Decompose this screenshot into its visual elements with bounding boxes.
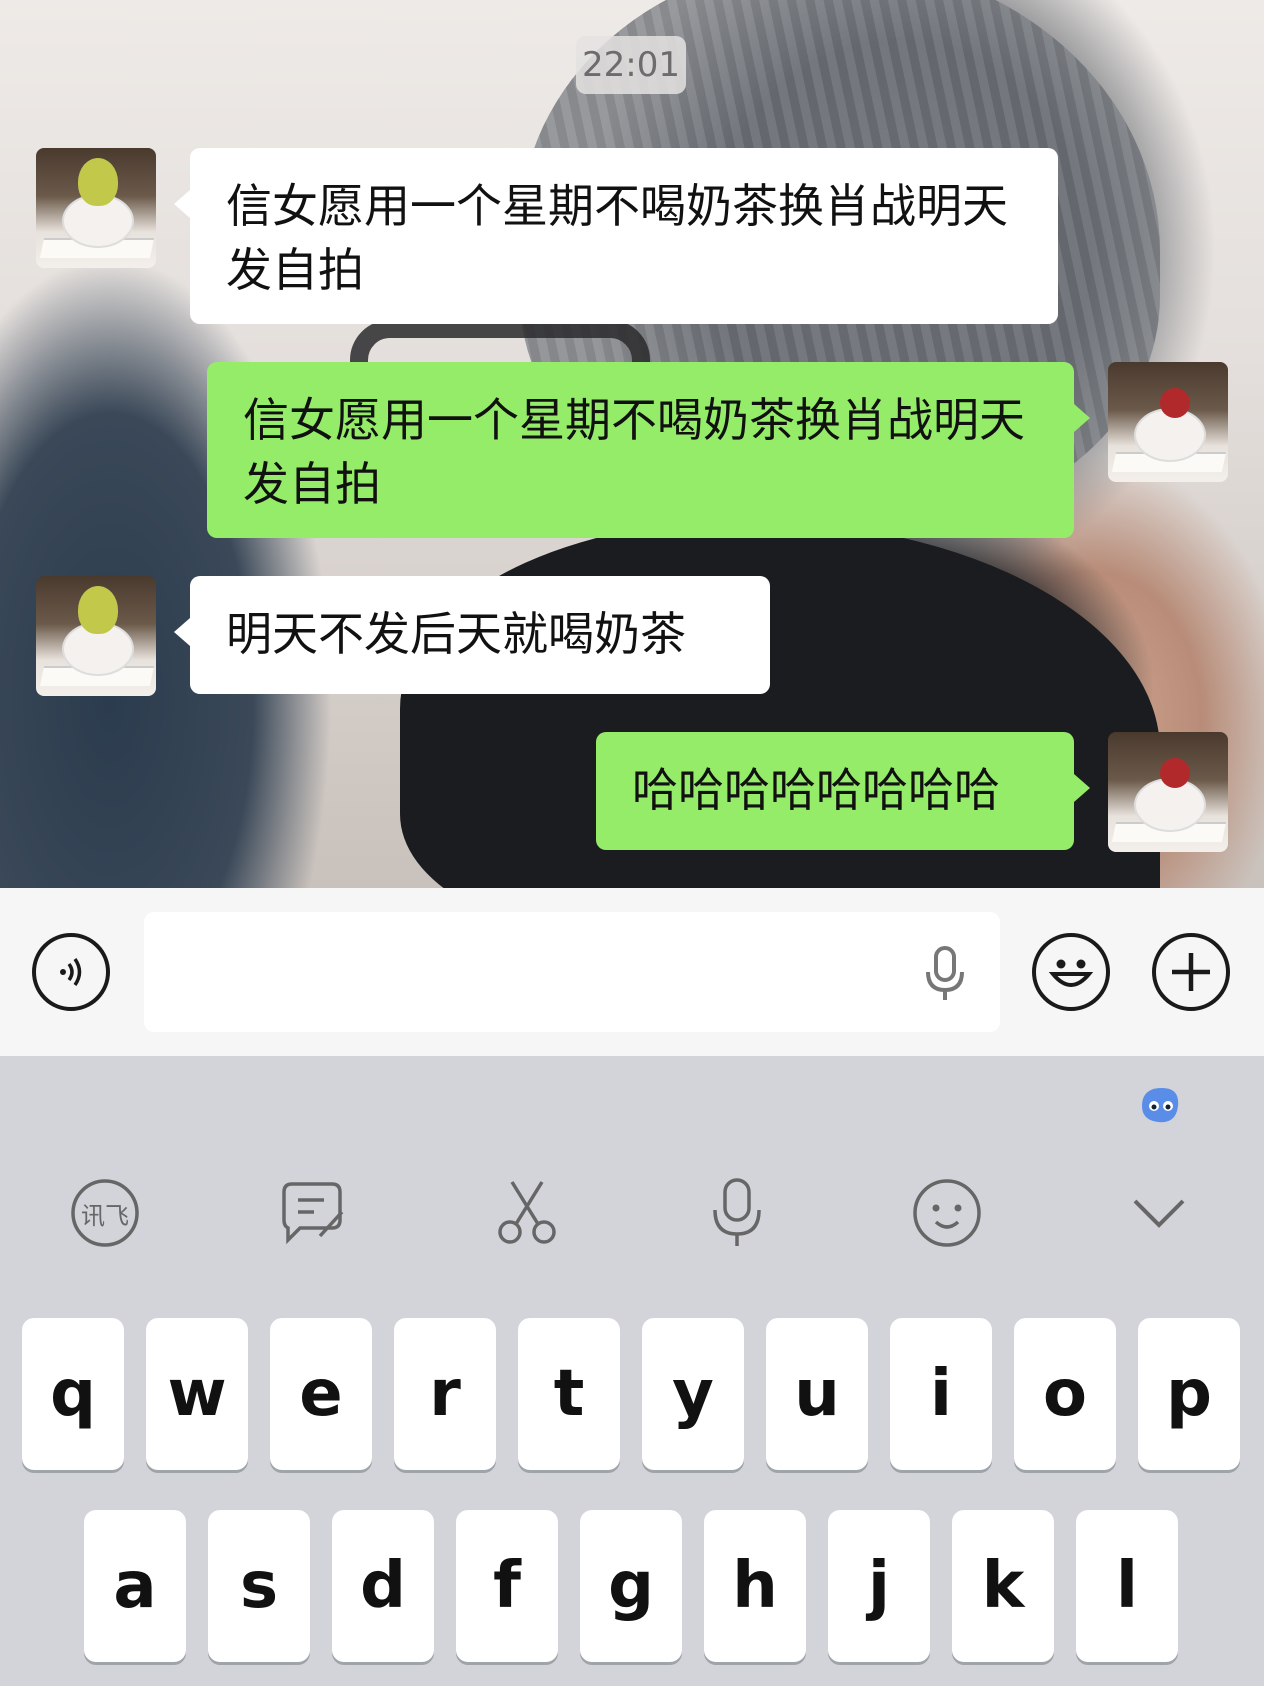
key-d[interactable]: d <box>332 1510 434 1662</box>
key-t[interactable]: t <box>518 1318 620 1470</box>
emoji-icon[interactable] <box>1032 933 1110 1011</box>
ifly-icon[interactable]: 讯飞 <box>70 1178 140 1248</box>
chevron-down-icon[interactable] <box>1124 1178 1194 1248</box>
scissors-icon[interactable] <box>492 1178 562 1248</box>
ai-assistant-icon[interactable] <box>1136 1080 1184 1128</box>
contact-avatar[interactable] <box>36 576 156 696</box>
key-e[interactable]: e <box>270 1318 372 1470</box>
key-p[interactable]: p <box>1138 1318 1240 1470</box>
keyboard: 讯飞 q w e r t y u i o p a s d f g h j k l <box>0 1056 1264 1686</box>
key-y[interactable]: y <box>642 1318 744 1470</box>
key-k[interactable]: k <box>952 1510 1054 1662</box>
key-q[interactable]: q <box>22 1318 124 1470</box>
message-text-field[interactable] <box>144 912 1000 1032</box>
chat-area[interactable]: 22:01 信女愿用一个星期不喝奶茶换肖战明天发自拍 信女愿用一个星期不喝奶茶换… <box>0 0 1264 888</box>
mic-icon[interactable] <box>920 946 970 1002</box>
key-w[interactable]: w <box>146 1318 248 1470</box>
key-h[interactable]: h <box>704 1510 806 1662</box>
handwriting-icon[interactable] <box>276 1178 346 1248</box>
key-r[interactable]: r <box>394 1318 496 1470</box>
plus-icon[interactable] <box>1152 933 1230 1011</box>
key-l[interactable]: l <box>1076 1510 1178 1662</box>
key-i[interactable]: i <box>890 1318 992 1470</box>
key-f[interactable]: f <box>456 1510 558 1662</box>
user-avatar[interactable] <box>1108 732 1228 852</box>
key-o[interactable]: o <box>1014 1318 1116 1470</box>
contact-avatar[interactable] <box>36 148 156 268</box>
user-avatar[interactable] <box>1108 362 1228 482</box>
message-bubble-sent[interactable]: 信女愿用一个星期不喝奶茶换肖战明天发自拍 <box>207 362 1090 538</box>
message-input-bar <box>0 888 1264 1057</box>
voice-icon[interactable] <box>32 933 110 1011</box>
smiley-icon[interactable] <box>912 1178 982 1248</box>
message-timestamp: 22:01 <box>576 36 686 94</box>
key-g[interactable]: g <box>580 1510 682 1662</box>
message-bubble-received[interactable]: 明天不发后天就喝奶茶 <box>174 576 770 694</box>
key-j[interactable]: j <box>828 1510 930 1662</box>
ifly-label: 讯飞 <box>81 1201 129 1230</box>
message-bubble-sent[interactable]: 哈哈哈哈哈哈哈哈 <box>596 732 1090 850</box>
key-s[interactable]: s <box>208 1510 310 1662</box>
mic-icon[interactable] <box>702 1178 772 1248</box>
key-a[interactable]: a <box>84 1510 186 1662</box>
message-bubble-received[interactable]: 信女愿用一个星期不喝奶茶换肖战明天发自拍 <box>174 148 1058 324</box>
key-u[interactable]: u <box>766 1318 868 1470</box>
